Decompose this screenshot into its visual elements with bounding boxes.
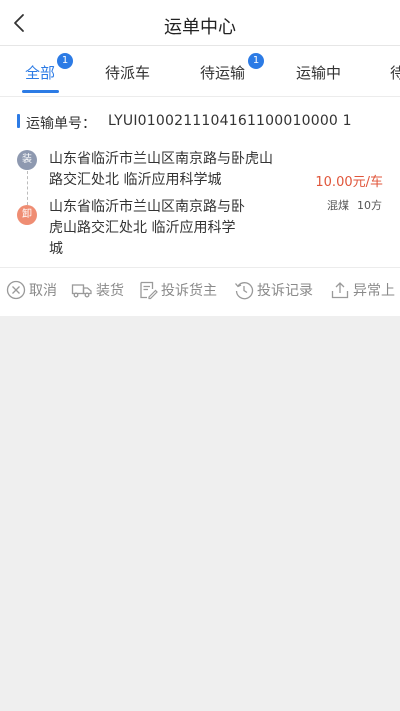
- route-dashed-line: [27, 171, 28, 205]
- cancel-button[interactable]: 取消: [6, 273, 57, 307]
- upload-icon: [331, 282, 349, 299]
- unload-address: 山东省临沂市兰山区南京路与卧虎山路交汇处北 临沂应用科学城: [49, 199, 245, 257]
- page-title: 运单中心: [164, 17, 236, 38]
- complaint-history-label: 投诉记录: [257, 283, 313, 299]
- freight-price: 10.00元/车: [315, 175, 383, 190]
- unload-tag: 卸: [17, 205, 37, 225]
- complaint-history-button[interactable]: 投诉记录: [234, 273, 313, 307]
- tab-pending-dispatch[interactable]: 待派车: [105, 62, 150, 83]
- tab-pending-transport-badge: 1: [248, 53, 264, 69]
- order-number-label: 运输单号：: [26, 116, 96, 132]
- tab-partial[interactable]: 待: [390, 62, 400, 83]
- header: 运单中心: [0, 0, 400, 46]
- cargo-amount: 10方: [357, 199, 382, 212]
- complain-shipper-button[interactable]: 投诉货主: [138, 273, 217, 307]
- report-exception-label: 异常上: [353, 283, 395, 299]
- load-address: 山东省临沂市兰山区南京路与卧虎山路交汇处北 临沂应用科学城: [49, 151, 273, 188]
- cargo-type: 混煤: [327, 199, 349, 212]
- cancel-label: 取消: [29, 283, 57, 299]
- complain-shipper-label: 投诉货主: [161, 283, 217, 299]
- tab-all-badge: 1: [57, 53, 73, 69]
- order-accent-bar: [17, 114, 20, 128]
- tab-all[interactable]: 全部: [25, 62, 55, 83]
- tab-in-transit[interactable]: 运输中: [296, 62, 341, 83]
- load-goods-button[interactable]: 装货: [71, 273, 124, 307]
- truck-icon: [71, 284, 92, 298]
- order-card[interactable]: 运输单号： LYUI0100211104161100010000 1 装 卸 山…: [0, 96, 400, 316]
- tab-pending-transport[interactable]: 待运输: [200, 62, 245, 83]
- card-divider: [0, 267, 400, 268]
- tab-active-underline: [22, 90, 59, 93]
- order-number: LYUI0100211104161100010000 1: [108, 113, 352, 129]
- load-goods-label: 装货: [96, 283, 124, 299]
- tab-bar: 全部 1 待派车 待运输 1 运输中 待: [0, 46, 400, 96]
- load-tag: 装: [17, 150, 37, 170]
- report-exception-button[interactable]: 异常上: [330, 273, 395, 307]
- cancel-icon: [6, 280, 26, 300]
- complaint-icon: [140, 281, 158, 300]
- history-icon: [235, 282, 254, 300]
